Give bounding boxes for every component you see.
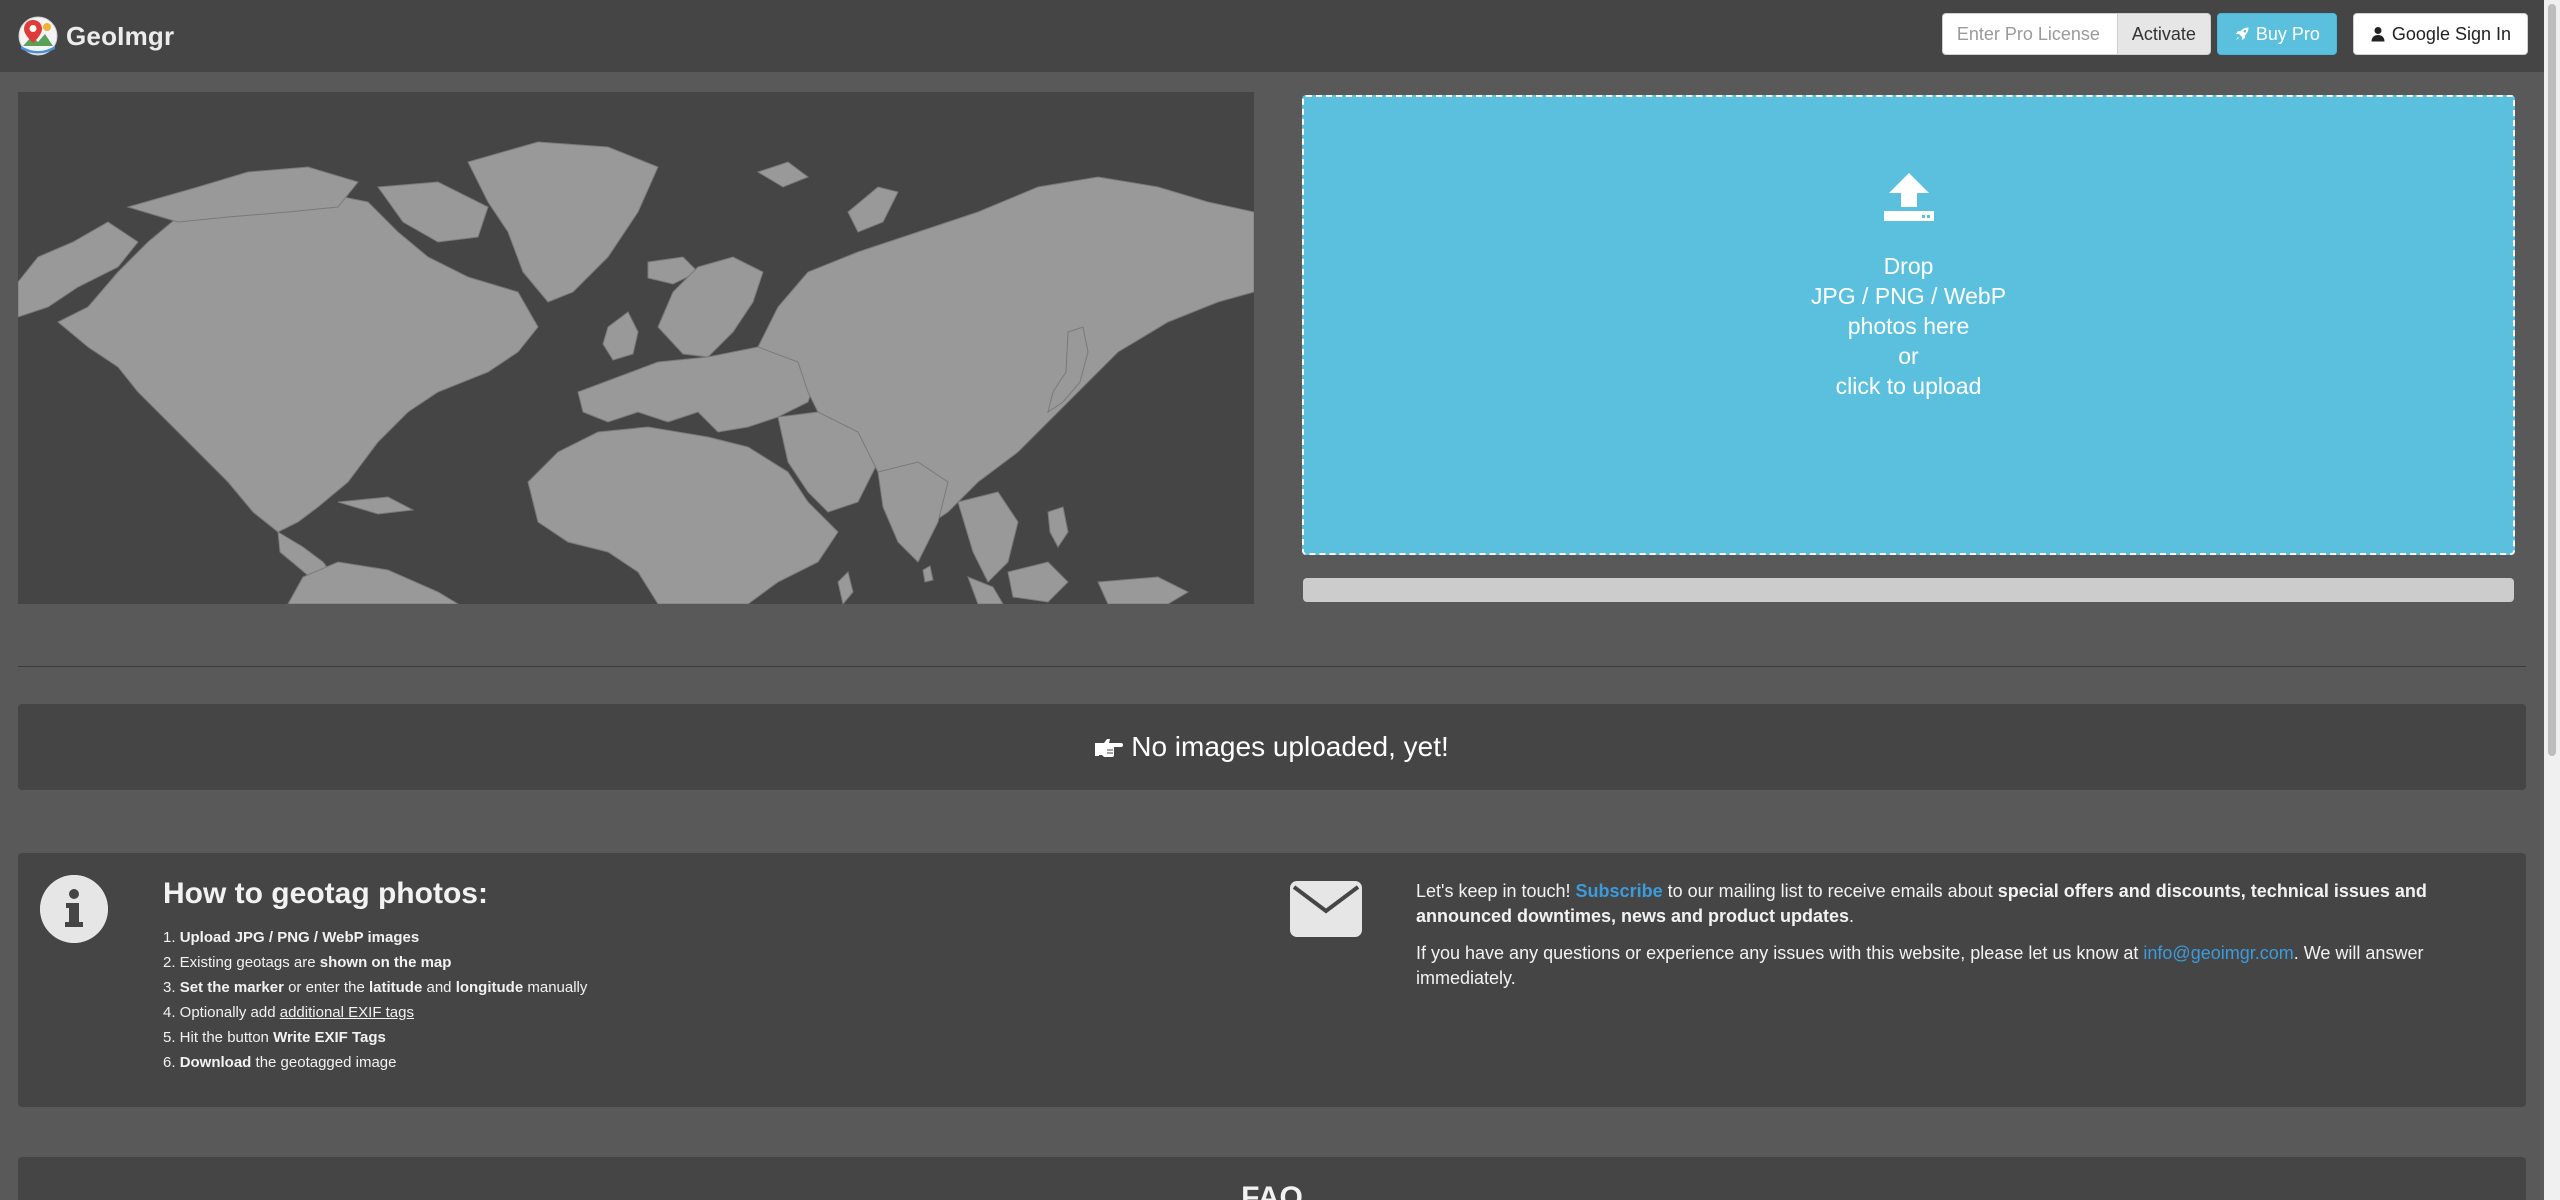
- step-number: 6.: [163, 1054, 180, 1071]
- no-images-panel: No images uploaded, yet!: [18, 704, 2526, 790]
- user-icon: [2371, 27, 2385, 42]
- howto-step-2: 2. Existing geotags are shown on the map: [163, 950, 1213, 975]
- map-land-svalbard: [756, 161, 810, 188]
- dropzone-line-or: or: [1898, 343, 1919, 369]
- map-land-cuba: [337, 496, 415, 515]
- activate-button[interactable]: Activate: [2116, 13, 2211, 55]
- contact-text: .: [1849, 906, 1855, 926]
- step-text-bold: Upload JPG / PNG / WebP images: [179, 929, 420, 946]
- map-land-borneo: [1007, 561, 1069, 603]
- support-email-link[interactable]: info@geoimgr.com: [2143, 943, 2293, 963]
- map-land-new-guinea: [1097, 576, 1190, 604]
- step-text-bold: shown on the map: [319, 954, 452, 971]
- upload-progress-bar: [1303, 578, 2514, 602]
- upload-icon: [1883, 173, 1934, 221]
- support-paragraph: If you have any questions or experience …: [1416, 941, 2506, 991]
- step-text: 4. Optionally add: [163, 1004, 280, 1021]
- step-text: manually: [523, 979, 588, 996]
- step-text-bold: latitude: [368, 979, 423, 996]
- map-land-india: [877, 461, 949, 563]
- contact-section: Let's keep in touch! Subscribe to our ma…: [1416, 879, 2506, 1003]
- contact-text: to our mailing list to receive emails ab…: [1662, 881, 1998, 901]
- contact-text: If you have any questions or experience …: [1416, 943, 2144, 963]
- license-group: Activate: [1941, 13, 2211, 55]
- step-text-bold: Download: [179, 1054, 252, 1071]
- howto-step-5: 5. Hit the button Write EXIF Tags: [163, 1025, 1213, 1050]
- world-map-canvas[interactable]: [18, 92, 1254, 604]
- step-text-bold: Write EXIF Tags: [273, 1029, 386, 1046]
- howto-step-3: 3. Set the marker or enter the latitude …: [163, 975, 1213, 1000]
- faq-panel: FAQ: [18, 1157, 2526, 1200]
- step-text-bold: longitude: [455, 979, 524, 996]
- subscribe-link[interactable]: Subscribe: [1576, 881, 1663, 901]
- no-images-message: No images uploaded, yet!: [1095, 731, 1449, 763]
- pro-license-input[interactable]: [1941, 13, 2117, 55]
- step-text-bold: Set the marker: [179, 979, 284, 996]
- step-number: 3.: [163, 979, 180, 996]
- dropzone-line-drop: Drop: [1883, 253, 1934, 279]
- step-text: 5. Hit the button: [163, 1029, 274, 1046]
- page-scrollbar[interactable]: [2544, 0, 2560, 1200]
- sign-in-label: Google Sign In: [2391, 23, 2511, 44]
- brand[interactable]: GeoImgr: [18, 16, 174, 56]
- map-land-greenland: [467, 141, 659, 303]
- navbar: GeoImgr Activate Buy Pro Google Sign In: [0, 0, 2544, 72]
- howto-title: How to geotag photos:: [163, 877, 488, 910]
- howto-step-4: 4. Optionally add additional EXIF tags: [163, 1000, 1213, 1025]
- howto-step-1: 1. Upload JPG / PNG / WebP images: [163, 925, 1213, 950]
- faq-title: FAQ: [1241, 1181, 1303, 1200]
- dropzone-line-click: click to upload: [1835, 373, 1982, 399]
- step-text: 2. Existing geotags are: [163, 954, 320, 971]
- google-sign-in-button[interactable]: Google Sign In: [2352, 13, 2528, 55]
- info-icon: [40, 875, 108, 943]
- photo-dropzone[interactable]: Drop JPG / PNG / WebP photos here or cli…: [1302, 95, 2515, 555]
- dropzone-text: Drop JPG / PNG / WebP photos here or cli…: [1811, 251, 2006, 401]
- rocket-icon: [2235, 27, 2249, 40]
- hand-pointing-right-icon: [1095, 739, 1124, 757]
- map-land-sumatra: [967, 576, 1004, 604]
- geoimgr-logo-icon: [18, 16, 58, 56]
- step-text: or enter the: [283, 979, 369, 996]
- step-text: and: [422, 979, 456, 996]
- howto-step-6: 6. Download the geotagged image: [163, 1050, 1213, 1075]
- scrollbar-thumb[interactable]: [2548, 4, 2556, 756]
- buy-pro-label: Buy Pro: [2255, 23, 2320, 44]
- step-number: 1.: [163, 929, 180, 946]
- info-panel: How to geotag photos: 1. Upload JPG / PN…: [18, 853, 2526, 1107]
- map-land-sri-lanka: [922, 565, 934, 583]
- step-text: the geotagged image: [251, 1054, 397, 1071]
- howto-steps: 1. Upload JPG / PNG / WebP images 2. Exi…: [163, 925, 1213, 1075]
- subscribe-paragraph: Let's keep in touch! Subscribe to our ma…: [1416, 879, 2506, 929]
- nav-actions: Activate Buy Pro Google Sign In: [1941, 13, 2528, 55]
- dropzone-line-photos: photos here: [1847, 313, 1970, 339]
- howto-section: How to geotag photos: 1. Upload JPG / PN…: [163, 877, 1213, 1075]
- map-land-madagascar: [837, 571, 854, 604]
- section-divider: [18, 666, 2526, 667]
- contact-text: Let's keep in touch!: [1416, 881, 1576, 901]
- dropzone-line-formats: JPG / PNG / WebP: [1810, 283, 2007, 309]
- map-land-uk: [602, 311, 639, 361]
- map-land-se-asia: [957, 491, 1019, 583]
- map-land-novaya-zemlya: [847, 186, 899, 233]
- brand-name: GeoImgr: [66, 20, 175, 51]
- envelope-icon: [1290, 881, 1362, 937]
- additional-exif-tags-link[interactable]: additional EXIF tags: [280, 1004, 414, 1021]
- buy-pro-button[interactable]: Buy Pro: [2216, 13, 2337, 55]
- world-map[interactable]: [18, 92, 1254, 604]
- no-images-text: No images uploaded, yet!: [1131, 731, 1449, 762]
- map-land-philippines: [1047, 506, 1069, 548]
